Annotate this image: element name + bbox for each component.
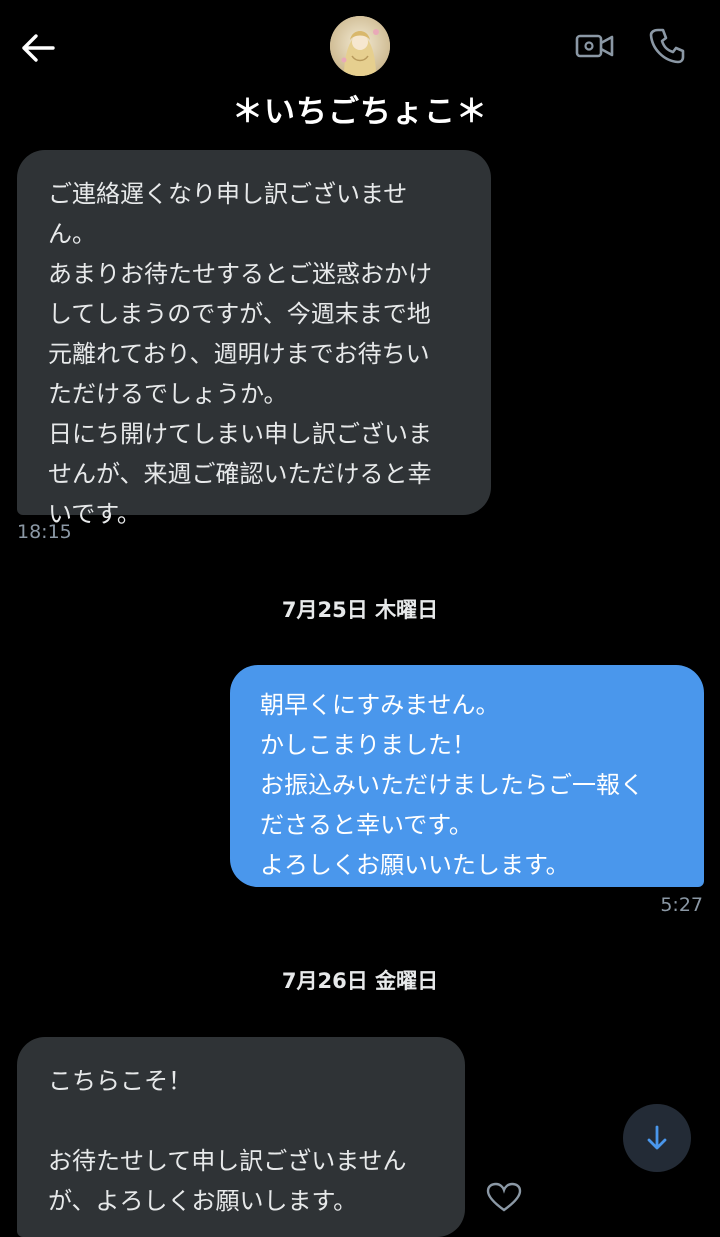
heart-icon[interactable] [484, 1182, 524, 1212]
back-arrow-icon [22, 34, 55, 62]
video-call-button[interactable] [572, 26, 618, 66]
avatar[interactable] [330, 16, 390, 76]
message-bubble-incoming[interactable]: ご連絡遅くなり申し訳ございませ ん。 あまりお待たせするとご迷惑おかけ してしま… [17, 150, 491, 528]
scroll-to-bottom-button[interactable] [623, 1104, 691, 1172]
phone-icon [649, 28, 685, 64]
message-bubble-incoming[interactable]: こちらこそ！ お待たせして申し訳ございません が、よろしくお願いします。 [17, 1037, 465, 1237]
date-separator: 7月25日 木曜日 [281, 598, 439, 622]
date-separator: 7月26日 金曜日 [281, 969, 439, 993]
message-bubble-outgoing[interactable]: 朝早くにすみません。 かしこまりました！ お振込みいただけましたらご一報く ださ… [230, 665, 704, 887]
conversation-title: ＊いちごちょこ＊ [232, 94, 488, 130]
message-timestamp: 18:15 [17, 521, 72, 543]
avatar-image [330, 16, 390, 76]
message-timestamp: 5:27 [660, 894, 703, 916]
voice-call-button[interactable] [644, 24, 690, 68]
conversation-header: ＊いちごちょこ＊ [0, 0, 720, 140]
back-button[interactable] [18, 28, 58, 68]
arrow-down-icon [647, 1125, 667, 1150]
video-call-icon [575, 34, 614, 58]
